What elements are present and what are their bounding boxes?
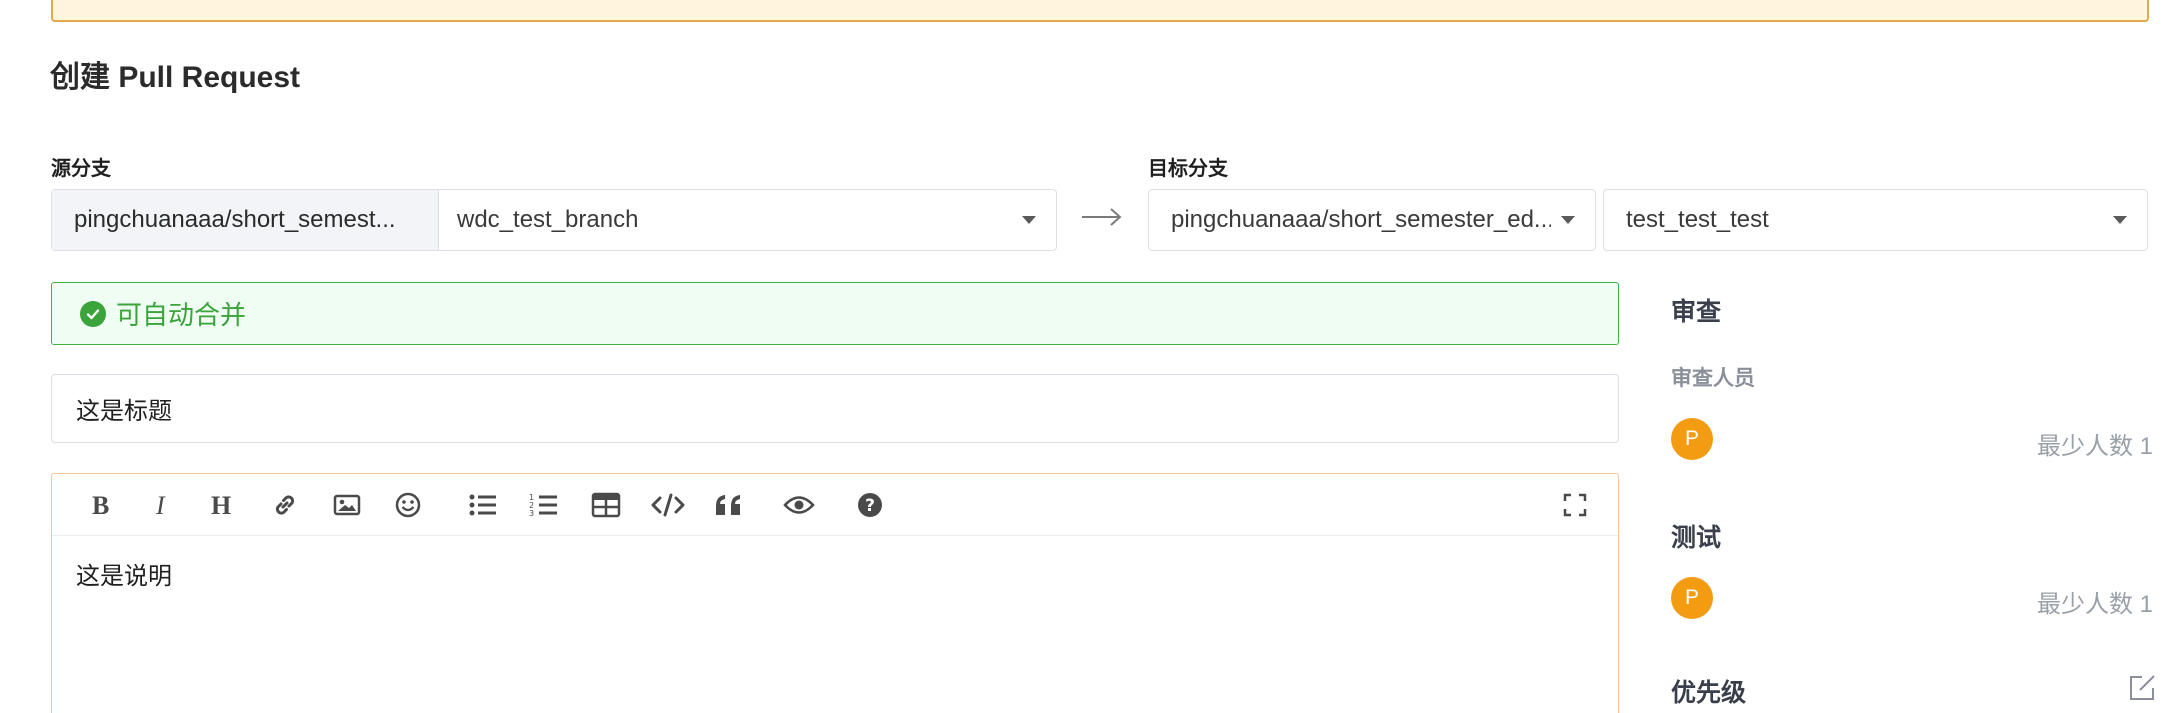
source-branch-value: wdc_test_branch — [457, 206, 639, 233]
page: 创建 Pull Request 源分支 pingchuanaaa/short_s… — [0, 0, 2181, 713]
source-repo-select[interactable]: pingchuanaaa/short_semest... — [52, 190, 439, 250]
pr-title-input[interactable] — [51, 374, 1619, 443]
edit-icon[interactable] — [2128, 674, 2156, 702]
help-icon[interactable]: ? — [851, 486, 889, 524]
arrow-right-icon — [1082, 208, 1122, 226]
source-branch-dropdown[interactable]: wdc_test_branch — [439, 190, 1056, 250]
source-branch-label: 源分支 — [51, 158, 111, 180]
unordered-list-icon[interactable] — [464, 486, 502, 524]
target-repo-select[interactable]: pingchuanaaa/short_semester_ed... — [1148, 189, 1596, 251]
editor-toolbar: B I H 123 ? — [52, 474, 1618, 536]
ordered-list-icon[interactable]: 123 — [525, 486, 563, 524]
italic-icon[interactable]: I — [143, 486, 181, 524]
chevron-down-icon — [1022, 216, 1036, 224]
svg-text:I: I — [155, 492, 166, 518]
bold-icon[interactable]: B — [81, 486, 119, 524]
merge-status-banner: 可自动合并 — [51, 282, 1619, 345]
fullscreen-icon[interactable] — [1556, 486, 1594, 524]
check-circle-icon — [80, 300, 106, 327]
source-branch-select: pingchuanaaa/short_semest... wdc_test_br… — [51, 189, 1057, 251]
priority-heading: 优先级 — [1671, 679, 1747, 707]
image-icon[interactable] — [328, 486, 366, 524]
avatar[interactable]: P — [1671, 418, 1713, 460]
review-heading: 审查 — [1671, 298, 1722, 326]
tester-min-count: 最少人数 1 — [2036, 591, 2153, 618]
heading-icon[interactable]: H — [204, 486, 242, 524]
reviewers-label: 审查人员 — [1671, 367, 1755, 390]
test-heading: 测试 — [1671, 524, 1722, 552]
svg-text:H: H — [211, 492, 231, 518]
svg-text:B: B — [92, 492, 109, 518]
chevron-down-icon — [2113, 216, 2127, 224]
merge-status-text: 可自动合并 — [116, 300, 247, 330]
svg-text:3: 3 — [529, 509, 534, 518]
warning-banner — [51, 0, 2149, 22]
page-title: 创建 Pull Request — [50, 61, 301, 94]
target-branch-value: test_test_test — [1626, 206, 1769, 233]
emoji-icon[interactable] — [389, 486, 427, 524]
chevron-down-icon — [1561, 216, 1575, 224]
target-branch-label: 目标分支 — [1148, 158, 1228, 180]
description-text: 这是说明 — [76, 563, 172, 590]
description-textarea[interactable]: 这是说明 — [52, 536, 1618, 611]
svg-text:?: ? — [865, 496, 875, 516]
avatar[interactable]: P — [1671, 577, 1713, 619]
target-branch-select[interactable]: test_test_test — [1603, 189, 2148, 251]
code-icon[interactable] — [649, 486, 687, 524]
table-icon[interactable] — [587, 486, 625, 524]
reviewer-min-count: 最少人数 1 — [2036, 433, 2153, 460]
target-repo-value: pingchuanaaa/short_semester_ed... — [1171, 206, 1551, 233]
description-editor: B I H 123 ? 这是说明 — [51, 473, 1619, 713]
preview-icon[interactable] — [780, 486, 818, 524]
source-repo-value: pingchuanaaa/short_semest... — [74, 206, 396, 233]
quote-icon[interactable] — [710, 486, 748, 524]
link-icon[interactable] — [266, 486, 304, 524]
